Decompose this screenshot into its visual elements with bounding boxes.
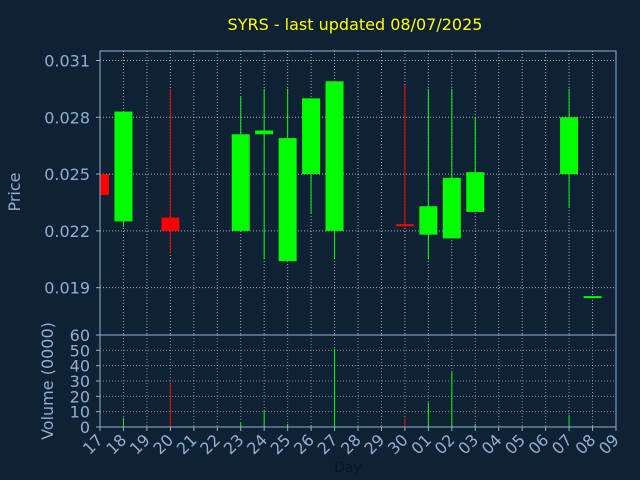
candle-body bbox=[278, 138, 297, 262]
chart-title: SYRS - last updated 08/07/2025 bbox=[228, 15, 483, 34]
candle-body bbox=[325, 81, 344, 231]
candle-body bbox=[161, 217, 180, 231]
candle-body bbox=[100, 174, 109, 195]
candle-body bbox=[231, 134, 250, 231]
candle-body bbox=[302, 98, 321, 175]
price-axis-label: Price bbox=[5, 172, 24, 211]
candle-body bbox=[560, 117, 579, 175]
candle-body bbox=[255, 130, 274, 135]
price-tick-label: 0.019 bbox=[44, 279, 90, 298]
chart-canvas: SYRS - last updated 08/07/2025 Price Vol… bbox=[0, 0, 640, 480]
price-tick-label: 0.031 bbox=[44, 51, 90, 70]
candle-body bbox=[442, 177, 461, 239]
candle-body bbox=[114, 111, 133, 222]
candle-body bbox=[395, 224, 414, 227]
background bbox=[0, 0, 640, 480]
candle-body bbox=[419, 206, 438, 235]
price-tick-label: 0.028 bbox=[44, 108, 90, 127]
candle-body bbox=[583, 296, 602, 299]
price-tick-label: 0.025 bbox=[44, 165, 90, 184]
candle-body bbox=[466, 172, 485, 212]
price-tick-label: 0.022 bbox=[44, 222, 90, 241]
volume-axis-label: Volume (0000) bbox=[38, 322, 57, 440]
x-axis-label: Day bbox=[334, 460, 362, 476]
